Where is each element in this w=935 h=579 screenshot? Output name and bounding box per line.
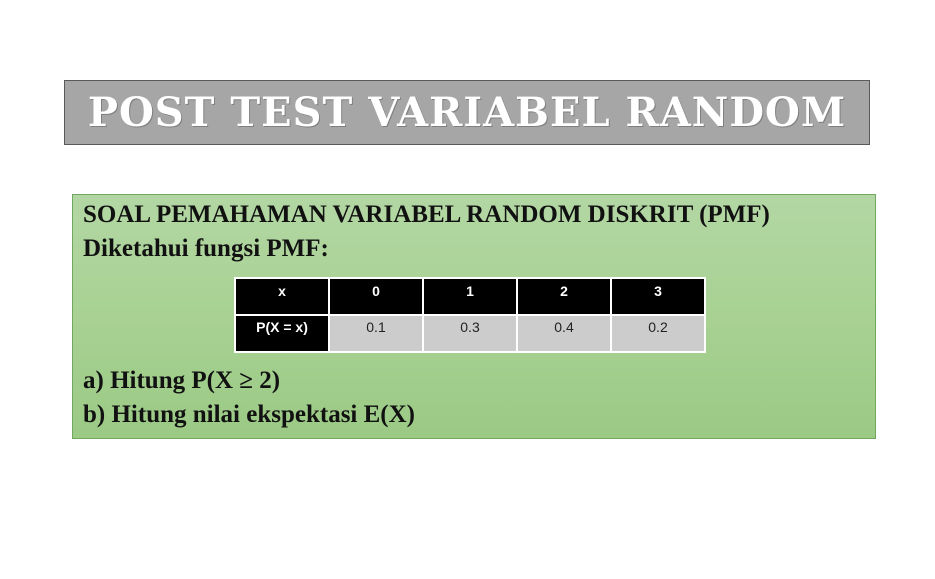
pmf-value-cell: 0.3 — [422, 314, 518, 353]
page-title: POST TEST VARIABEL RANDOM — [87, 89, 847, 136]
question-b: b) Hitung nilai ekspektasi E(X) — [83, 401, 416, 428]
pmf-value-cell: 0.2 — [610, 314, 706, 353]
pmf-header-cell: 3 — [610, 277, 706, 316]
pmf-header-cell: 2 — [516, 277, 612, 316]
pmf-table-probability-row: P(X = x) 0.1 0.3 0.4 0.2 — [234, 314, 706, 353]
pmf-value-cell: 0.4 — [516, 314, 612, 353]
pmf-table-header-row: x 0 1 2 3 — [234, 277, 706, 316]
pmf-header-cell: x — [234, 277, 330, 316]
question-box: SOAL PEMAHAMAN VARIABEL RANDOM DISKRIT (… — [72, 194, 876, 439]
pmf-header-cell: 0 — [328, 277, 424, 316]
question-subheading: Diketahui fungsi PMF: — [83, 235, 329, 262]
pmf-header-cell: 1 — [422, 277, 518, 316]
pmf-table: x 0 1 2 3 P(X = x) 0.1 0.3 0.4 0.2 — [234, 277, 706, 353]
pmf-row-label: P(X = x) — [234, 314, 330, 353]
title-banner: POST TEST VARIABEL RANDOM — [64, 80, 870, 145]
question-a: a) Hitung P(X ≥ 2) — [83, 367, 281, 394]
question-heading: SOAL PEMAHAMAN VARIABEL RANDOM DISKRIT (… — [83, 201, 770, 228]
pmf-value-cell: 0.1 — [328, 314, 424, 353]
